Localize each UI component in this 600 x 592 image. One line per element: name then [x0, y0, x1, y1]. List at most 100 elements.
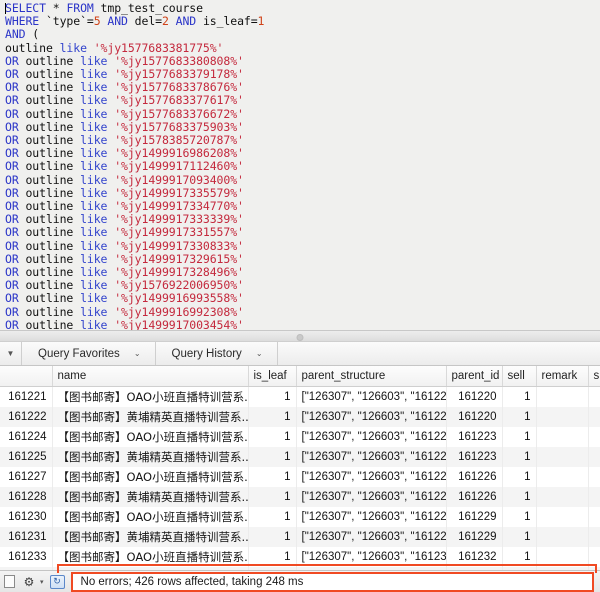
cell-name[interactable]: 【图书邮寄】黄埔精英直播特训营系...: [52, 446, 249, 467]
cell-id[interactable]: 161231: [0, 526, 53, 547]
cell-parent_id[interactable]: 161223: [446, 426, 503, 447]
horizontal-splitter[interactable]: [0, 330, 600, 342]
cell-sell[interactable]: 1: [502, 486, 537, 507]
cell-is_leaf[interactable]: 1: [248, 386, 297, 407]
column-header-parent_structure[interactable]: parent_structure: [296, 366, 447, 387]
cell-sell[interactable]: 1: [502, 426, 537, 447]
cell-sell[interactable]: 1: [502, 386, 537, 407]
cell-parent_structure[interactable]: ["126307", "126603", "161223"]: [296, 446, 447, 467]
cell-name[interactable]: 【图书邮寄】OAO小班直播特训营系...: [52, 466, 249, 487]
cell-sell[interactable]: 1: [502, 406, 537, 427]
table-row[interactable]: 161230 【图书邮寄】OAO小班直播特训营系... 1 ["126307", "1…: [0, 506, 600, 527]
cell-parent_id[interactable]: 161220: [446, 406, 503, 427]
cell-name[interactable]: 【图书邮寄】黄埔精英直播特训营系...: [52, 526, 249, 547]
cell-parent_id[interactable]: 161220: [446, 386, 503, 407]
cell-parent_id[interactable]: 161229: [446, 506, 503, 527]
cell-remark[interactable]: [536, 446, 589, 467]
cell-is_leaf[interactable]: 1: [248, 546, 297, 567]
cell-sell[interactable]: 1: [502, 466, 537, 487]
column-header-parent_id[interactable]: parent_id: [446, 366, 503, 387]
cell-is_leaf[interactable]: 1: [248, 526, 297, 547]
column-header-name[interactable]: name: [52, 366, 249, 387]
table-row[interactable]: 161227 【图书邮寄】OAO小班直播特训营系... 1 ["126307", "1…: [0, 466, 600, 487]
cell-id[interactable]: 161230: [0, 506, 53, 527]
cell-shop[interactable]: 2: [588, 526, 600, 547]
cell-remark[interactable]: [536, 546, 589, 567]
chevron-down-icon[interactable]: ⌄: [256, 349, 263, 358]
cell-sell[interactable]: 1: [502, 546, 537, 567]
cell-sell[interactable]: 1: [502, 526, 537, 547]
column-header-remark[interactable]: remark: [536, 366, 589, 387]
cell-shop[interactable]: 2: [588, 406, 600, 427]
cell-parent_structure[interactable]: ["126307", "126603", "161223"]: [296, 426, 447, 447]
gear-dropdown-caret-icon[interactable]: ▾: [40, 578, 44, 586]
cell-is_leaf[interactable]: 1: [248, 506, 297, 527]
cell-parent_structure[interactable]: ["126307", "126603", "161229"]: [296, 506, 447, 527]
cell-parent_id[interactable]: 161229: [446, 526, 503, 547]
cell-parent_structure[interactable]: ["126307", "126603", "161229"]: [296, 526, 447, 547]
cell-name[interactable]: 【图书邮寄】OAO小班直播特训营系...: [52, 546, 249, 567]
cell-parent_structure[interactable]: ["126307", "126603", "161232"]: [296, 546, 447, 567]
cell-parent_structure[interactable]: ["126307", "126603", "161226"]: [296, 486, 447, 507]
grid-view-icon[interactable]: [4, 575, 15, 588]
column-header-sell[interactable]: sell: [502, 366, 537, 387]
cell-shop[interactable]: 2: [588, 506, 600, 527]
table-row[interactable]: 161224 【图书邮寄】OAO小班直播特训营系... 1 ["126307", "1…: [0, 426, 600, 447]
cell-id[interactable]: 161227: [0, 466, 53, 487]
cell-sell[interactable]: 1: [502, 446, 537, 467]
table-row[interactable]: 161231 【图书邮寄】黄埔精英直播特训营系... 1 ["126307", "12…: [0, 526, 600, 547]
result-grid[interactable]: name is_leaf parent_structure parent_id sell…: [0, 366, 600, 570]
tabbar-collapse-arrow-icon[interactable]: ▼: [0, 342, 22, 365]
cell-remark[interactable]: [536, 426, 589, 447]
cell-id[interactable]: 161228: [0, 486, 53, 507]
cell-shop[interactable]: 2: [588, 466, 600, 487]
cell-parent_id[interactable]: 161223: [446, 446, 503, 467]
table-row[interactable]: 161221 【图书邮寄】OAO小班直播特训营系... 1 ["126307", "1…: [0, 386, 600, 407]
cell-remark[interactable]: [536, 466, 589, 487]
tab-query-favorites[interactable]: Query Favorites ⌄: [22, 342, 156, 365]
splitter-grip-handle[interactable]: [296, 334, 304, 341]
cell-shop[interactable]: 2: [588, 446, 600, 467]
sql-text-content[interactable]: SELECT * FROM tmp_test_course WHERE `type…: [2, 1, 600, 330]
gear-icon[interactable]: ⚙: [21, 574, 37, 590]
cell-is_leaf[interactable]: 1: [248, 466, 297, 487]
refresh-icon[interactable]: ↻: [49, 574, 65, 589]
cell-parent_id[interactable]: 161226: [446, 466, 503, 487]
cell-shop[interactable]: 2: [588, 486, 600, 507]
cell-name[interactable]: 【图书邮寄】OAO小班直播特训营系...: [52, 506, 249, 527]
cell-parent_structure[interactable]: ["126307", "126603", "161220"]: [296, 406, 447, 427]
chevron-down-icon[interactable]: ⌄: [134, 349, 141, 358]
cell-shop[interactable]: 2: [588, 426, 600, 447]
cell-parent_structure[interactable]: ["126307", "126603", "161220"]: [296, 386, 447, 407]
cell-remark[interactable]: [536, 406, 589, 427]
cell-sell[interactable]: 1: [502, 506, 537, 527]
cell-id[interactable]: 161225: [0, 446, 53, 467]
column-header-is_leaf[interactable]: is_leaf: [248, 366, 297, 387]
sql-query-editor[interactable]: SELECT * FROM tmp_test_course WHERE `type…: [0, 0, 600, 330]
cell-name[interactable]: 【图书邮寄】OAO小班直播特训营系...: [52, 386, 249, 407]
cell-is_leaf[interactable]: 1: [248, 446, 297, 467]
table-row[interactable]: 161233 【图书邮寄】OAO小班直播特训营系... 1 ["126307", "1…: [0, 546, 600, 567]
cell-remark[interactable]: [536, 386, 589, 407]
cell-name[interactable]: 【图书邮寄】黄埔精英直播特训营系...: [52, 406, 249, 427]
cell-shop[interactable]: 2: [588, 546, 600, 567]
tab-query-history[interactable]: Query History ⌄: [156, 342, 278, 365]
cell-remark[interactable]: [536, 486, 589, 507]
cell-id[interactable]: 161222: [0, 406, 53, 427]
cell-is_leaf[interactable]: 1: [248, 406, 297, 427]
cell-remark[interactable]: [536, 526, 589, 547]
cell-parent_id[interactable]: 161226: [446, 486, 503, 507]
cell-is_leaf[interactable]: 1: [248, 486, 297, 507]
cell-id[interactable]: 161224: [0, 426, 53, 447]
cell-id[interactable]: 161221: [0, 386, 53, 407]
cell-shop[interactable]: 2: [588, 386, 600, 407]
column-header-id[interactable]: [0, 366, 53, 387]
table-row[interactable]: 161225 【图书邮寄】黄埔精英直播特训营系... 1 ["126307", "12…: [0, 446, 600, 467]
cell-parent_id[interactable]: 161232: [446, 546, 503, 567]
cell-name[interactable]: 【图书邮寄】OAO小班直播特训营系...: [52, 426, 249, 447]
cell-name[interactable]: 【图书邮寄】黄埔精英直播特训营系...: [52, 486, 249, 507]
cell-parent_structure[interactable]: ["126307", "126603", "161226"]: [296, 466, 447, 487]
cell-is_leaf[interactable]: 1: [248, 426, 297, 447]
table-row[interactable]: 161228 【图书邮寄】黄埔精英直播特训营系... 1 ["126307", "12…: [0, 486, 600, 507]
cell-id[interactable]: 161233: [0, 546, 53, 567]
